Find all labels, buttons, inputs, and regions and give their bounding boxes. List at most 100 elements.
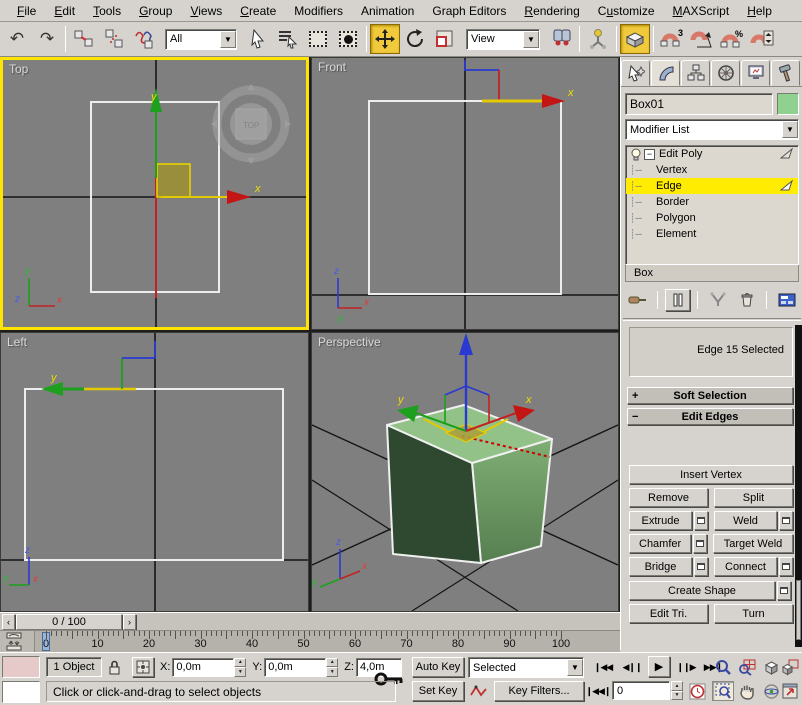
- stack-row-border[interactable]: ┊─ Border: [626, 194, 798, 210]
- stack-row-box[interactable]: Box: [625, 265, 799, 282]
- target-weld-button[interactable]: Target Weld: [713, 534, 793, 553]
- use-pivot-center-icon[interactable]: [546, 24, 576, 54]
- object-color-swatch[interactable]: [777, 93, 799, 115]
- create-shape-button[interactable]: Create Shape: [629, 581, 775, 600]
- bind-to-space-warp-icon[interactable]: [129, 24, 159, 54]
- remove-button[interactable]: Remove: [629, 488, 708, 507]
- maximize-viewport-toggle-icon[interactable]: [779, 681, 801, 701]
- remove-modifier-icon[interactable]: [734, 289, 759, 311]
- x-coordinate-field[interactable]: 0,0m: [172, 657, 235, 677]
- chevron-down-icon[interactable]: ▼: [523, 30, 539, 48]
- set-key-button[interactable]: Set Key: [412, 681, 464, 701]
- percent-snap-icon[interactable]: %: [717, 24, 747, 54]
- menu-maxscript[interactable]: MAXScript: [664, 2, 739, 20]
- menu-views[interactable]: Views: [181, 2, 231, 20]
- unlink-selection-icon[interactable]: [99, 24, 129, 54]
- tab-display[interactable]: [741, 60, 770, 86]
- stack-row-element[interactable]: ┊─ Element: [626, 226, 798, 242]
- bridge-button[interactable]: Bridge: [629, 557, 692, 576]
- object-name-field[interactable]: Box01: [625, 93, 773, 115]
- menu-rendering[interactable]: Rendering: [515, 2, 588, 20]
- rollout-scrollbar[interactable]: [795, 325, 802, 647]
- auto-key-button[interactable]: Auto Key: [412, 657, 464, 677]
- current-frame-field[interactable]: 0: [612, 681, 670, 700]
- modifier-active-icon[interactable]: [780, 147, 794, 160]
- chamfer-button[interactable]: Chamfer: [629, 534, 692, 553]
- go-to-start-icon[interactable]: ❙◀◀: [590, 657, 616, 677]
- stack-row-edit-poly[interactable]: − Edit Poly: [626, 146, 798, 162]
- selection-lock-icon[interactable]: [102, 657, 126, 677]
- key-filters-button[interactable]: Key Filters...: [494, 681, 584, 701]
- select-and-link-icon[interactable]: [69, 24, 99, 54]
- selection-filter-dropdown[interactable]: All ▼: [165, 28, 237, 50]
- rollout-soft-selection[interactable]: + Soft Selection: [627, 387, 793, 404]
- show-end-result-icon[interactable]: [664, 289, 691, 311]
- modifier-list-dropdown[interactable]: Modifier List ▼: [625, 119, 799, 140]
- zoom-extents-all-icon[interactable]: [779, 657, 801, 677]
- stack-row-edge[interactable]: ┊─ Edge: [626, 178, 798, 194]
- selection-set-dropdown[interactable]: Selected ▼: [468, 657, 584, 678]
- extrude-settings-icon[interactable]: [694, 511, 708, 530]
- menu-tools[interactable]: Tools: [84, 2, 130, 20]
- chevron-down-icon[interactable]: ▼: [567, 659, 583, 676]
- rectangular-selection-region-icon[interactable]: [303, 24, 333, 54]
- y-coordinate-field[interactable]: 0,0m: [264, 657, 327, 677]
- play-icon[interactable]: ▶: [648, 656, 670, 677]
- menu-group[interactable]: Group: [130, 2, 181, 20]
- insert-vertex-button[interactable]: Insert Vertex: [629, 465, 793, 484]
- time-slider-next-icon[interactable]: ›: [123, 613, 136, 630]
- open-mini-curve-editor-icon[interactable]: [4, 632, 32, 651]
- redo-icon[interactable]: ↷: [32, 24, 62, 54]
- viewport-front-label[interactable]: Front: [318, 60, 346, 74]
- reference-coordinate-dropdown[interactable]: View ▼: [466, 28, 540, 50]
- weld-button[interactable]: Weld: [714, 511, 777, 530]
- zoom-all-icon[interactable]: [736, 657, 758, 677]
- window-crossing-selection-icon[interactable]: [333, 24, 363, 54]
- rollout-edit-edges[interactable]: − Edit Edges: [627, 408, 793, 425]
- extrude-button[interactable]: Extrude: [629, 511, 692, 530]
- x-spinner[interactable]: ▲ ▼: [234, 657, 247, 677]
- default-in-out-tangents-icon[interactable]: [468, 681, 490, 701]
- previous-frame-icon[interactable]: ◀❙❙: [620, 657, 644, 677]
- select-object-icon[interactable]: [243, 24, 273, 54]
- undo-icon[interactable]: ↶: [2, 24, 32, 54]
- weld-settings-icon[interactable]: [779, 511, 793, 530]
- scrollbar-thumb[interactable]: [796, 580, 801, 640]
- chevron-down-icon[interactable]: ▼: [220, 30, 236, 48]
- viewport-front[interactable]: Front x z y x: [311, 57, 619, 330]
- track-bar[interactable]: 0 10 20 30 40 50 60 70 80 90 100: [0, 630, 620, 653]
- time-slider-handle[interactable]: 0 / 100: [16, 613, 122, 630]
- stack-row-polygon[interactable]: ┊─ Polygon: [626, 210, 798, 226]
- chevron-down-icon[interactable]: ▼: [782, 121, 798, 138]
- tab-modify[interactable]: [651, 60, 680, 86]
- connect-settings-icon[interactable]: [779, 557, 793, 576]
- make-unique-icon[interactable]: [705, 289, 730, 311]
- track-bar-ruler[interactable]: 0 10 20 30 40 50 60 70 80 90 100: [34, 631, 620, 653]
- viewport-top-label[interactable]: Top: [9, 62, 28, 76]
- viewport-perspective-label[interactable]: Perspective: [318, 335, 381, 349]
- select-and-scale-icon[interactable]: [430, 24, 460, 54]
- y-spinner[interactable]: ▲ ▼: [326, 657, 339, 677]
- time-slider-prev-icon[interactable]: ‹: [2, 613, 15, 630]
- menu-animation[interactable]: Animation: [352, 2, 423, 20]
- menu-help[interactable]: Help: [738, 2, 781, 20]
- configure-modifier-sets-icon[interactable]: [774, 289, 799, 311]
- pin-stack-icon[interactable]: [625, 289, 650, 311]
- viewport-perspective[interactable]: Perspective y x z y x: [311, 332, 619, 612]
- menu-create[interactable]: Create: [231, 2, 285, 20]
- edit-tri-button[interactable]: Edit Tri.: [629, 604, 708, 623]
- frame-spinner[interactable]: ▲ ▼: [671, 681, 683, 700]
- connect-button[interactable]: Connect: [714, 557, 777, 576]
- select-and-manipulate-icon[interactable]: [583, 24, 613, 54]
- viewcube[interactable]: TOP: [211, 84, 291, 164]
- maxscript-mini-listener[interactable]: [2, 681, 40, 703]
- tab-motion[interactable]: [711, 60, 740, 86]
- viewport-left-label[interactable]: Left: [7, 335, 27, 349]
- split-button[interactable]: Split: [714, 488, 793, 507]
- angle-snap-icon[interactable]: [687, 24, 717, 54]
- maxscript-mini-listener-macro[interactable]: [2, 656, 40, 678]
- pan-hand-icon[interactable]: [736, 681, 758, 701]
- tab-hierarchy[interactable]: [681, 60, 710, 86]
- viewport-top[interactable]: Top TOP y x y x z: [0, 57, 309, 330]
- absolute-mode-icon[interactable]: [132, 657, 154, 677]
